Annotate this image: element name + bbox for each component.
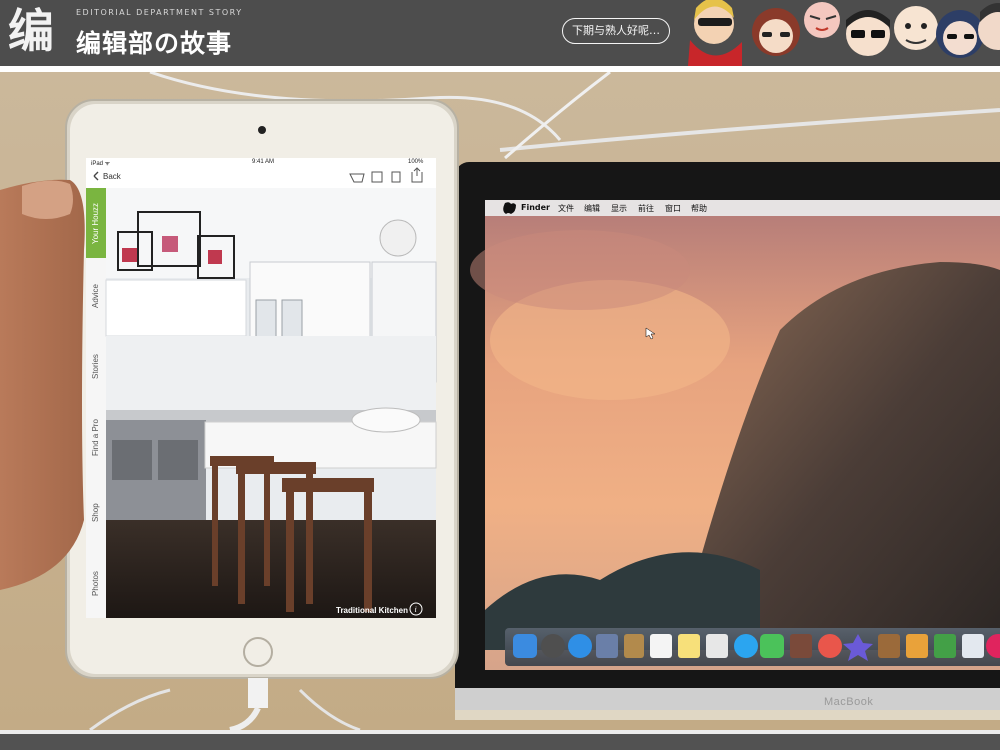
menu-help[interactable]: 帮助 xyxy=(691,203,707,214)
macbook xyxy=(455,162,1000,720)
site-banner: 编 EDITORIAL DEPARTMENT STORY 编辑部の故事 下期与熟… xyxy=(0,0,1000,66)
menu-edit[interactable]: 编辑 xyxy=(584,203,600,214)
messages-icon xyxy=(734,634,758,658)
pages-icon xyxy=(906,634,928,658)
tab-photos[interactable]: Photos xyxy=(91,571,100,596)
tab-advice[interactable]: Advice xyxy=(91,284,100,308)
footer-bar xyxy=(0,730,1000,750)
photo-caption: Traditional Kitchen xyxy=(336,606,409,615)
face-pink xyxy=(804,2,840,38)
face-red-scarf xyxy=(688,0,742,66)
tab-stories[interactable]: Stories xyxy=(91,354,100,379)
front-camera xyxy=(258,126,266,134)
contacts-icon xyxy=(624,634,644,658)
photo-booth-icon xyxy=(790,634,812,658)
cartoon-faces-illustration xyxy=(688,0,1000,66)
svg-text:i: i xyxy=(415,605,417,614)
thumbnail xyxy=(22,180,73,219)
keyboard-edge xyxy=(455,710,1000,720)
dark-floor xyxy=(106,520,436,618)
tab-find-a-pro[interactable]: Find a Pro xyxy=(91,419,100,456)
garageband-icon xyxy=(878,634,900,658)
facetime-icon xyxy=(760,634,784,658)
notes-icon xyxy=(678,634,700,658)
ipad-status-battery: 100% xyxy=(408,159,424,165)
tab-shop[interactable]: Shop xyxy=(91,503,100,522)
face-bald xyxy=(894,6,938,50)
safari-icon xyxy=(568,634,592,658)
calendar-icon xyxy=(650,634,672,658)
numbers-icon xyxy=(934,634,956,658)
back-button[interactable]: Back xyxy=(103,172,121,181)
ipad-status-time: 9:41 AM xyxy=(252,159,275,165)
ipad: i xyxy=(65,99,459,679)
menu-window[interactable]: 窗口 xyxy=(665,203,681,214)
face-sunglasses xyxy=(846,10,890,56)
menu-finder[interactable]: Finder xyxy=(521,203,550,212)
finder-icon xyxy=(513,634,537,658)
photo-scene: i iPad ᯤ 9:41 AM 100% Back Your Houzz Ad… xyxy=(0,72,1000,730)
ipad-status-carrier: iPad ᯤ xyxy=(91,161,111,167)
macbook-label: MacBook xyxy=(824,696,874,708)
scene-drawing: i xyxy=(0,72,1000,730)
face-girl-auburn xyxy=(752,8,800,56)
menu-go[interactable]: 前往 xyxy=(638,203,654,214)
site-title: 编辑部の故事 xyxy=(76,29,233,58)
keynote-icon xyxy=(962,634,984,658)
reminders-icon xyxy=(706,634,728,658)
launchpad-icon xyxy=(541,634,565,658)
menu-file[interactable]: 文件 xyxy=(558,203,574,214)
photos-icon xyxy=(818,634,842,658)
tab-your-houzz[interactable]: Your Houzz xyxy=(91,203,100,244)
speech-bubble: 下期与熟人好呢… xyxy=(562,18,670,44)
mail-icon xyxy=(596,634,618,658)
hand xyxy=(0,179,85,590)
site-logo: 编 xyxy=(8,4,54,58)
menu-view[interactable]: 显示 xyxy=(611,203,627,214)
lightning-cable xyxy=(248,678,268,708)
site-tagline: EDITORIAL DEPARTMENT STORY xyxy=(76,8,243,17)
face-dark-hair xyxy=(936,10,984,58)
